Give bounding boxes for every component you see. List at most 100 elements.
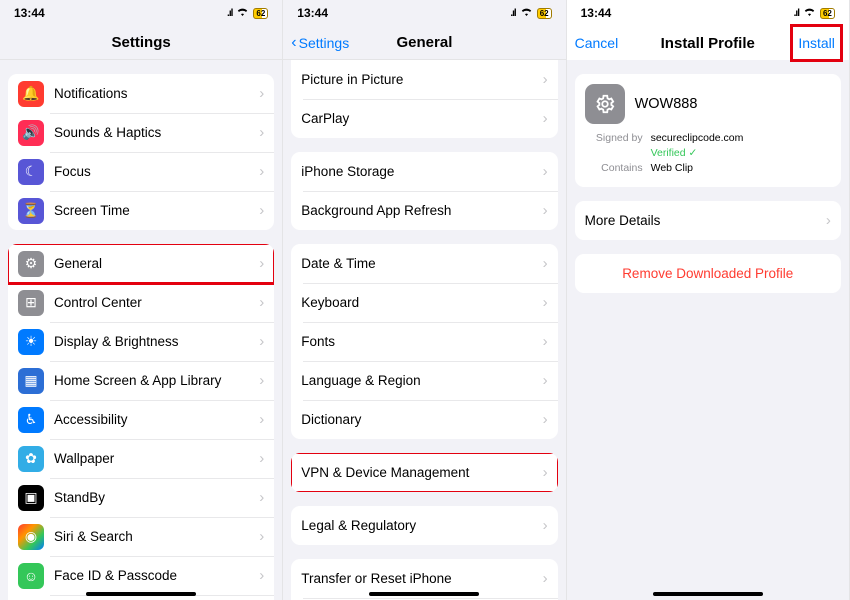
chevron-right-icon: › — [543, 464, 548, 481]
nav-header: Cancel Install Profile Install — [567, 26, 849, 60]
settings-row-screentime[interactable]: ⏳Screen Time› — [8, 191, 274, 230]
verified-label: Verified — [651, 147, 698, 159]
install-button[interactable]: Install — [792, 26, 841, 60]
settings-row-faceid[interactable]: ☺Face ID & Passcode› — [8, 556, 274, 595]
row-label: Language & Region — [301, 373, 542, 388]
contains-row: Contains Web Clip — [585, 162, 831, 174]
chevron-right-icon: › — [259, 372, 264, 389]
chevron-right-icon: › — [543, 294, 548, 311]
chevron-right-icon: › — [543, 411, 548, 428]
controlcenter-icon: ⊞ — [18, 290, 44, 316]
chevron-right-icon: › — [543, 202, 548, 219]
profile-card: WOW888 Signed by secureclipcode.com Veri… — [575, 74, 841, 187]
status-time: 13:44 — [297, 6, 328, 20]
row-label: Wallpaper — [54, 451, 259, 466]
status-time: 13:44 — [14, 6, 45, 20]
cancel-button[interactable]: Cancel — [575, 26, 619, 60]
status-time: 13:44 — [581, 6, 612, 20]
settings-row-siri[interactable]: ◉Siri & Search› — [8, 517, 274, 556]
status-indicators: .ıl 62 — [227, 6, 268, 20]
row-label: Control Center — [54, 295, 259, 310]
general-row-carplay[interactable]: CarPlay› — [291, 99, 557, 138]
row-label: Focus — [54, 164, 259, 179]
more-details-group: More Details › — [575, 201, 841, 240]
profile-gear-icon — [585, 84, 625, 124]
contains-value: Web Clip — [651, 162, 693, 174]
signed-by-value: secureclipcode.com — [651, 132, 744, 144]
battery-indicator: 62 — [537, 8, 552, 19]
settings-row-standby[interactable]: ▣StandBy› — [8, 478, 274, 517]
chevron-right-icon: › — [543, 372, 548, 389]
signed-by-row: Signed by secureclipcode.com — [585, 132, 831, 144]
chevron-right-icon: › — [543, 570, 548, 587]
signed-by-label: Signed by — [585, 132, 643, 144]
status-indicators: .ıl 62 — [510, 6, 551, 20]
settings-row-notifications[interactable]: 🔔Notifications› — [8, 74, 274, 113]
more-details-row[interactable]: More Details › — [575, 201, 841, 240]
settings-row-controlcenter[interactable]: ⊞Control Center› — [8, 283, 274, 322]
status-bar: 13:44 .ıl 62 — [283, 0, 565, 26]
cellular-icon: .ıl — [794, 8, 799, 19]
chevron-right-icon: › — [259, 85, 264, 102]
status-indicators: .ıl 62 — [794, 6, 835, 20]
general-row-fonts[interactable]: Fonts› — [291, 322, 557, 361]
settings-row-focus[interactable]: ☾Focus› — [8, 152, 274, 191]
general-row-datetime[interactable]: Date & Time› — [291, 244, 557, 283]
remove-profile-button[interactable]: Remove Downloaded Profile — [575, 254, 841, 293]
chevron-right-icon: › — [543, 255, 548, 272]
chevron-right-icon: › — [826, 212, 831, 229]
general-row-legal[interactable]: Legal & Regulatory› — [291, 506, 557, 545]
home-indicator[interactable] — [86, 592, 196, 596]
home-indicator[interactable] — [369, 592, 479, 596]
general-row-bgrefresh[interactable]: Background App Refresh› — [291, 191, 557, 230]
row-label: Screen Time — [54, 203, 259, 218]
general-row-langregion[interactable]: Language & Region› — [291, 361, 557, 400]
contains-label: Contains — [585, 162, 643, 174]
cellular-icon: .ıl — [510, 8, 515, 19]
settings-row-accessibility[interactable]: ♿︎Accessibility› — [8, 400, 274, 439]
general-row-pip[interactable]: Picture in Picture› — [291, 60, 557, 99]
page-title: Settings — [112, 34, 171, 51]
settings-row-sounds[interactable]: 🔊 Sounds & Haptics› — [8, 113, 274, 152]
row-label: General — [54, 256, 259, 271]
battery-indicator: 62 — [253, 8, 268, 19]
siri-icon: ◉ — [18, 524, 44, 550]
row-label: Dictionary — [301, 412, 542, 427]
row-label: Fonts — [301, 334, 542, 349]
row-label: Accessibility — [54, 412, 259, 427]
settings-row-homescreen[interactable]: ▦Home Screen & App Library› — [8, 361, 274, 400]
chevron-right-icon: › — [259, 255, 264, 272]
install-profile-panel: 13:44 .ıl 62 Cancel Install Profile Inst… — [567, 0, 850, 600]
row-label: Transfer or Reset iPhone — [301, 571, 542, 586]
chevron-right-icon: › — [259, 124, 264, 141]
settings-row-display[interactable]: ☀Display & Brightness› — [8, 322, 274, 361]
sounds-icon: 🔊 — [18, 120, 44, 146]
chevron-right-icon: › — [543, 163, 548, 180]
general-row-vpn[interactable]: VPN & Device Management› — [291, 453, 557, 492]
row-label: Sounds & Haptics — [54, 125, 259, 140]
back-button[interactable]: ‹ Settings — [291, 26, 349, 60]
status-bar: 13:44 .ıl 62 — [0, 0, 282, 26]
general-row-dictionary[interactable]: Dictionary› — [291, 400, 557, 439]
wallpaper-icon: ✿ — [18, 446, 44, 472]
notifications-icon: 🔔 — [18, 81, 44, 107]
row-label: Display & Brightness — [54, 334, 259, 349]
profile-name: WOW888 — [635, 96, 698, 112]
settings-row-general[interactable]: ⚙General› — [8, 244, 274, 283]
general-row-keyboard[interactable]: Keyboard› — [291, 283, 557, 322]
row-label: Face ID & Passcode — [54, 568, 259, 583]
faceid-icon: ☺ — [18, 563, 44, 589]
nav-header: ‹ Settings General — [283, 26, 565, 60]
general-list[interactable]: Picture in Picture›CarPlay› iPhone Stora… — [283, 60, 565, 600]
settings-list[interactable]: 🔔Notifications›🔊Sounds & Haptics›☾Focus›… — [0, 60, 282, 600]
home-indicator[interactable] — [653, 592, 763, 596]
row-label: Siri & Search — [54, 529, 259, 544]
more-details-label: More Details — [585, 213, 826, 228]
settings-row-wallpaper[interactable]: ✿Wallpaper› — [8, 439, 274, 478]
row-label: Date & Time — [301, 256, 542, 271]
chevron-right-icon: › — [543, 333, 548, 350]
general-row-storage[interactable]: iPhone Storage› — [291, 152, 557, 191]
display-icon: ☀ — [18, 329, 44, 355]
chevron-right-icon: › — [259, 411, 264, 428]
row-label: Home Screen & App Library — [54, 373, 259, 388]
